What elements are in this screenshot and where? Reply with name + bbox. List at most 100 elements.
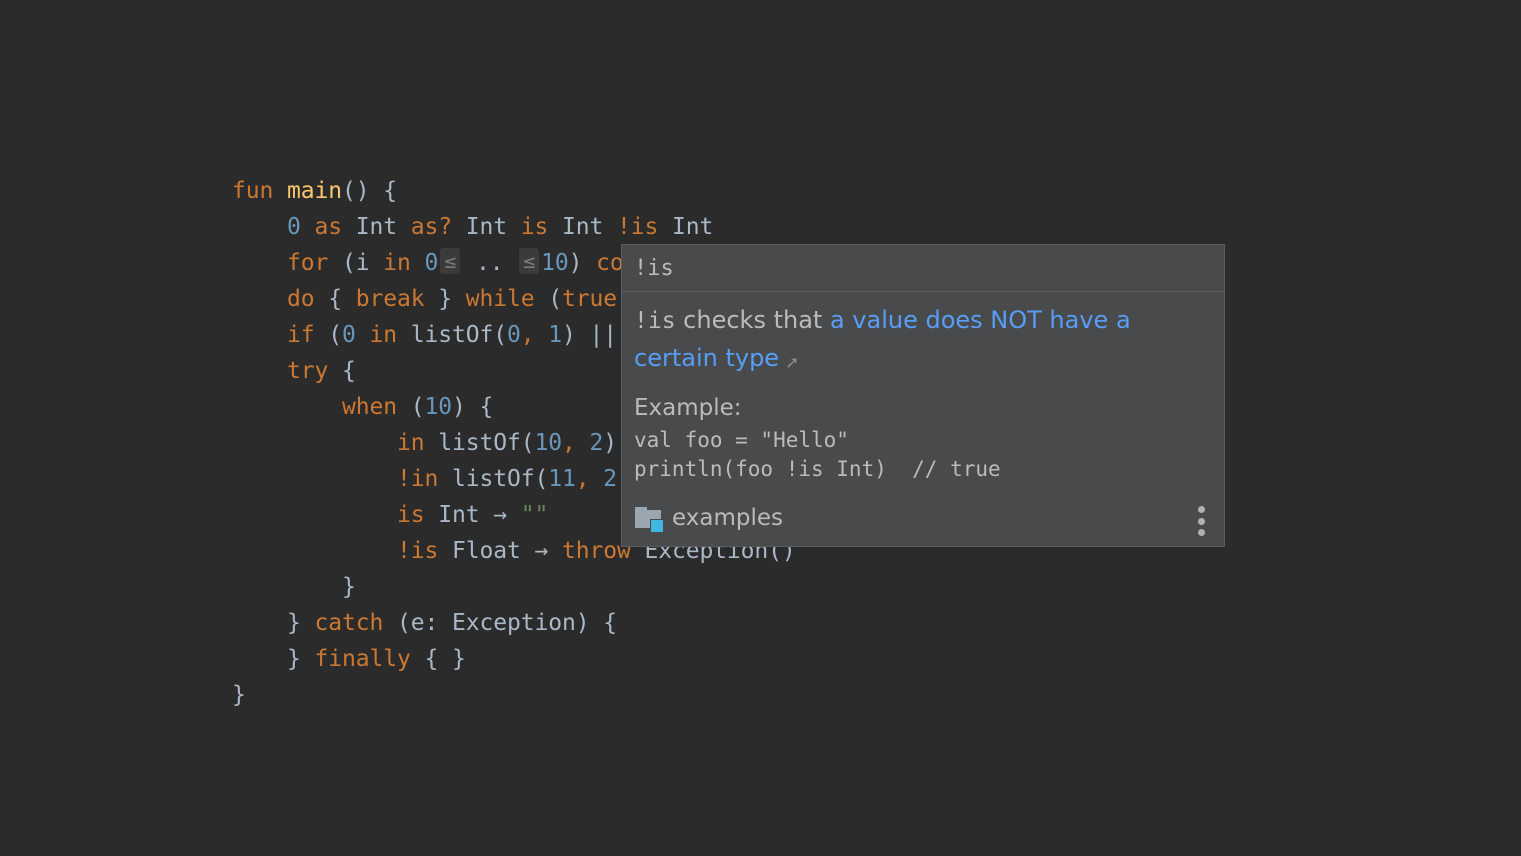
code-token: in [396,430,425,456]
code-token: Int [342,214,411,240]
code-token: .. [462,250,518,276]
code-token: Int → [424,502,521,528]
code-token: catch [314,610,384,636]
code-token: in [369,322,398,348]
code-token: Float → [438,538,562,564]
code-token: } [232,574,356,600]
code-token: Int [548,214,617,240]
code-token: ) [603,430,617,456]
code-token: { [314,286,356,312]
code-token: ( [396,394,425,420]
code-token: 11 [548,466,576,492]
code-line[interactable]: } catch (e: Exception) { [232,605,796,641]
code-token: 10 [424,394,452,420]
documentation-popup: !is !is checks that a value does NOT hav… [621,244,1225,547]
code-token: () { [342,178,397,204]
code-token: } [232,682,246,708]
code-token: !in [396,466,439,492]
inlay-hint: ≤ [440,248,461,274]
code-token: if [287,322,315,348]
code-token: } [232,646,315,672]
code-line[interactable]: fun main() { [232,173,796,209]
code-token: is [520,214,549,240]
code-line[interactable]: 0 as Int as? Int is Int !is Int [232,209,796,245]
more-vertical-icon-dot [1197,529,1205,536]
code-token: in [383,250,411,276]
code-token: { [328,358,356,384]
description-code: !is [634,308,676,334]
code-token: !is [396,538,439,564]
code-token: !is [617,214,659,240]
code-token: try [287,358,329,384]
popup-title: !is [622,245,1224,292]
code-token: Int [658,214,714,240]
code-token: Int [452,214,521,240]
popup-body: !is checks that a value does NOT have a … [622,292,1224,484]
code-token: main [287,178,342,204]
code-token: listOf( [424,430,535,456]
description-text: checks that [675,306,830,334]
code-token: listOf( [397,322,507,348]
inlay-hint: ≤ [519,248,540,274]
code-token: 2 [603,466,617,492]
code-token: true [562,286,617,312]
code-token: for [287,250,329,276]
code-token: do [287,286,315,312]
example-code: val foo = "Hello" println(foo !is Int) /… [634,428,1001,481]
code-token: as? [410,214,452,240]
code-line[interactable]: } [232,677,796,713]
code-token: 2 [589,430,604,456]
folder-icon [634,504,664,533]
footer-label: examples [672,505,783,531]
code-token: is [396,502,425,528]
code-token: 0 [506,322,521,348]
code-token: ) [568,250,597,276]
code-token: ( [534,286,562,312]
code-token: listOf( [438,466,549,492]
code-token: 0 [342,322,356,348]
code-token: , [520,322,549,348]
more-vertical-icon-dot [1197,506,1205,513]
code-token: finally [314,646,411,672]
code-token: , [561,430,590,456]
code-line[interactable]: } [232,569,796,605]
code-token: { } [410,646,466,672]
code-token: when [341,394,397,420]
external-link-arrow-icon: ➚ [785,353,800,373]
popup-footer[interactable]: examples [634,504,783,533]
code-token: ) { [451,394,494,420]
more-vertical-icon-dot [1197,517,1205,525]
code-token: 0 [424,250,439,276]
code-token: break [355,286,425,312]
code-token: ( [314,322,342,348]
code-token: 1 [548,322,562,348]
code-token: as [314,214,343,240]
code-token: } [232,610,315,636]
code-token: 10 [541,250,569,276]
code-token: } [424,286,466,312]
code-line[interactable]: } finally { } [232,641,796,677]
code-token: (e: Exception) { [383,610,617,636]
code-token: fun [232,178,274,204]
popup-description: !is checks that a value does NOT have a … [634,302,1209,382]
more-options-button[interactable] [1196,506,1206,536]
example-label: Example: [634,395,742,421]
code-token: , [575,466,604,492]
code-token: while [465,286,535,312]
code-token: 10 [534,430,562,456]
code-token: (i [328,250,384,276]
code-token: "" [520,502,549,528]
